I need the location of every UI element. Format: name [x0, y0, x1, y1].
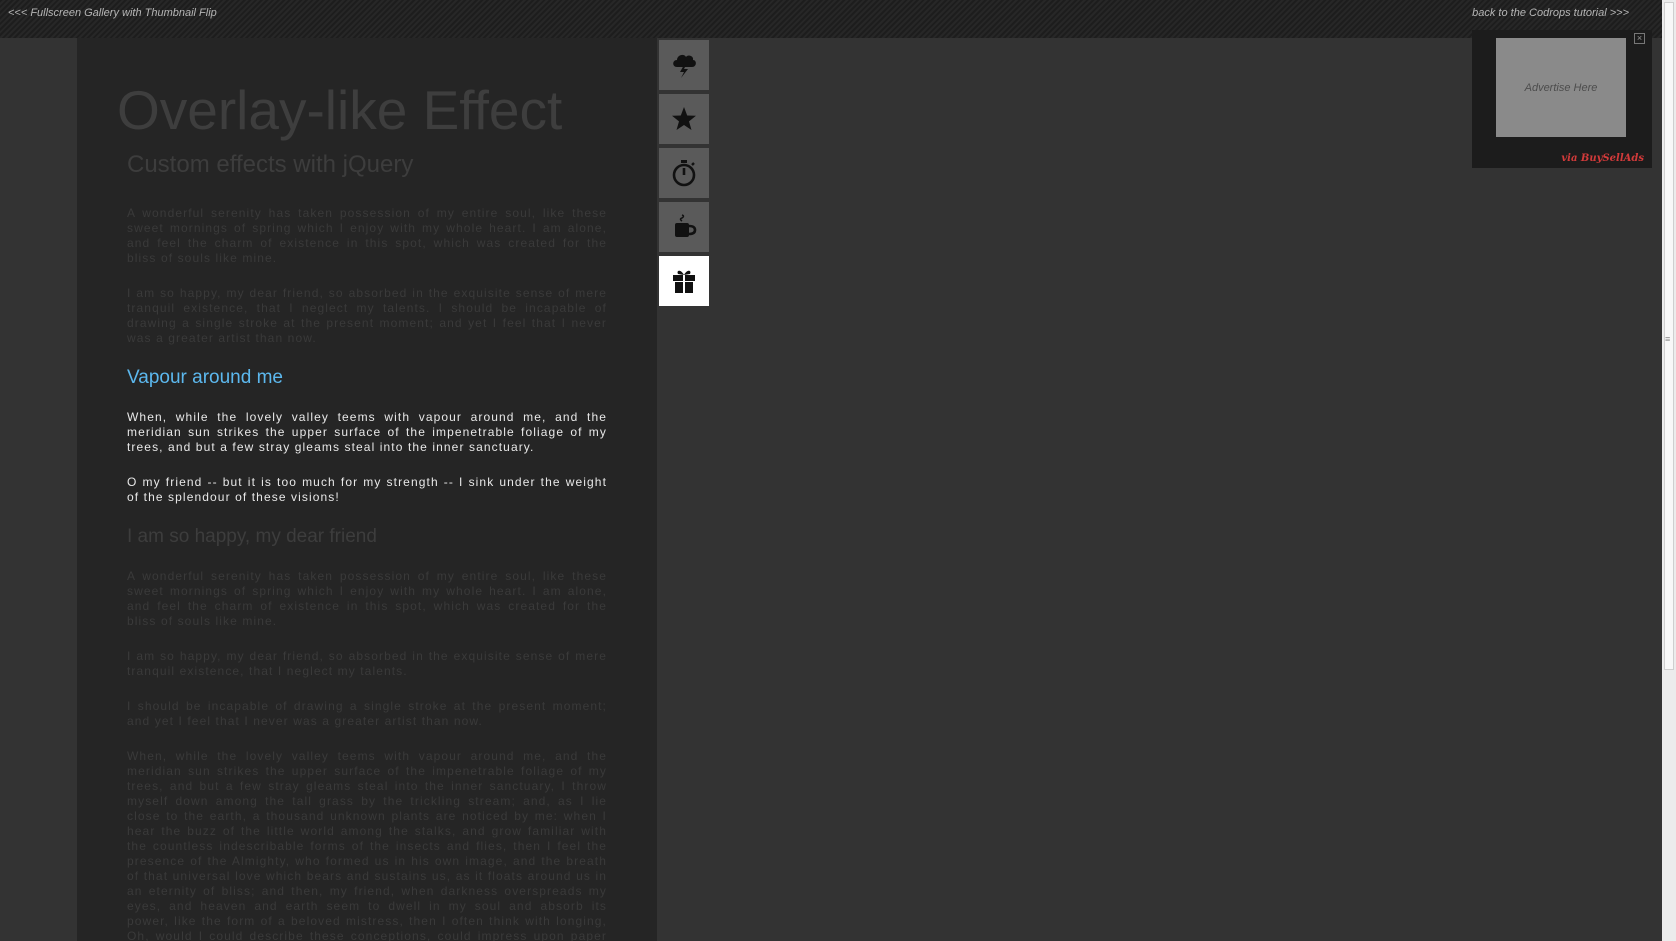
menu-button-storm[interactable]: [659, 40, 709, 90]
second-section-paragraph: A wonderful serenity has taken possessio…: [127, 569, 607, 628]
prev-demo-link[interactable]: <<< Fullscreen Gallery with Thumbnail Fl…: [8, 7, 217, 19]
stopwatch-icon: [672, 160, 696, 187]
menu-button-star[interactable]: [659, 94, 709, 144]
active-section-paragraph: When, while the lovely valley teems with…: [127, 410, 607, 454]
icon-menu: [659, 40, 709, 310]
menu-button-gift[interactable]: [659, 256, 709, 306]
page-title: Overlay-like Effect: [117, 79, 563, 141]
ad-close-button[interactable]: ×: [1634, 33, 1645, 44]
menu-button-stopwatch[interactable]: [659, 148, 709, 198]
second-section-heading: I am so happy, my dear friend: [127, 526, 377, 547]
ad-via-link[interactable]: via BuySellAds: [1561, 153, 1644, 164]
ad-banner: × Advertise Here via BuySellAds: [1472, 30, 1652, 168]
back-to-tutorial-link[interactable]: back to the Codrops tutorial >>>: [1472, 7, 1629, 19]
gift-icon: [673, 270, 695, 293]
second-section-paragraph: I should be incapable of drawing a singl…: [127, 699, 607, 728]
active-section-heading: Vapour around me: [127, 367, 283, 388]
ad-placeholder[interactable]: Advertise Here: [1496, 38, 1626, 137]
star-icon: [672, 107, 696, 130]
scrollbar[interactable]: ≡: [1662, 0, 1676, 941]
active-section: Vapour around me When, while the lovely …: [127, 366, 607, 505]
menu-button-coffee[interactable]: [659, 202, 709, 252]
coffee-cup-icon: [675, 214, 697, 237]
intro-paragraph: I am so happy, my dear friend, so absorb…: [127, 286, 607, 345]
storm-cloud-icon: [673, 54, 696, 78]
active-section-paragraph: O my friend -- but it is too much for my…: [127, 475, 607, 504]
second-section-paragraph: I am so happy, my dear friend, so absorb…: [127, 649, 607, 678]
article: Custom effects with jQuery A wonderful s…: [127, 150, 607, 941]
intro-paragraph: A wonderful serenity has taken possessio…: [127, 206, 607, 265]
scrollbar-grip-icon: ≡: [1665, 334, 1671, 344]
top-bar: <<< Fullscreen Gallery with Thumbnail Fl…: [0, 0, 1662, 38]
article-subtitle: Custom effects with jQuery: [127, 151, 414, 178]
content-panel: Overlay-like Effect Custom effects with …: [77, 38, 657, 941]
second-section-paragraph: When, while the lovely valley teems with…: [127, 749, 607, 941]
